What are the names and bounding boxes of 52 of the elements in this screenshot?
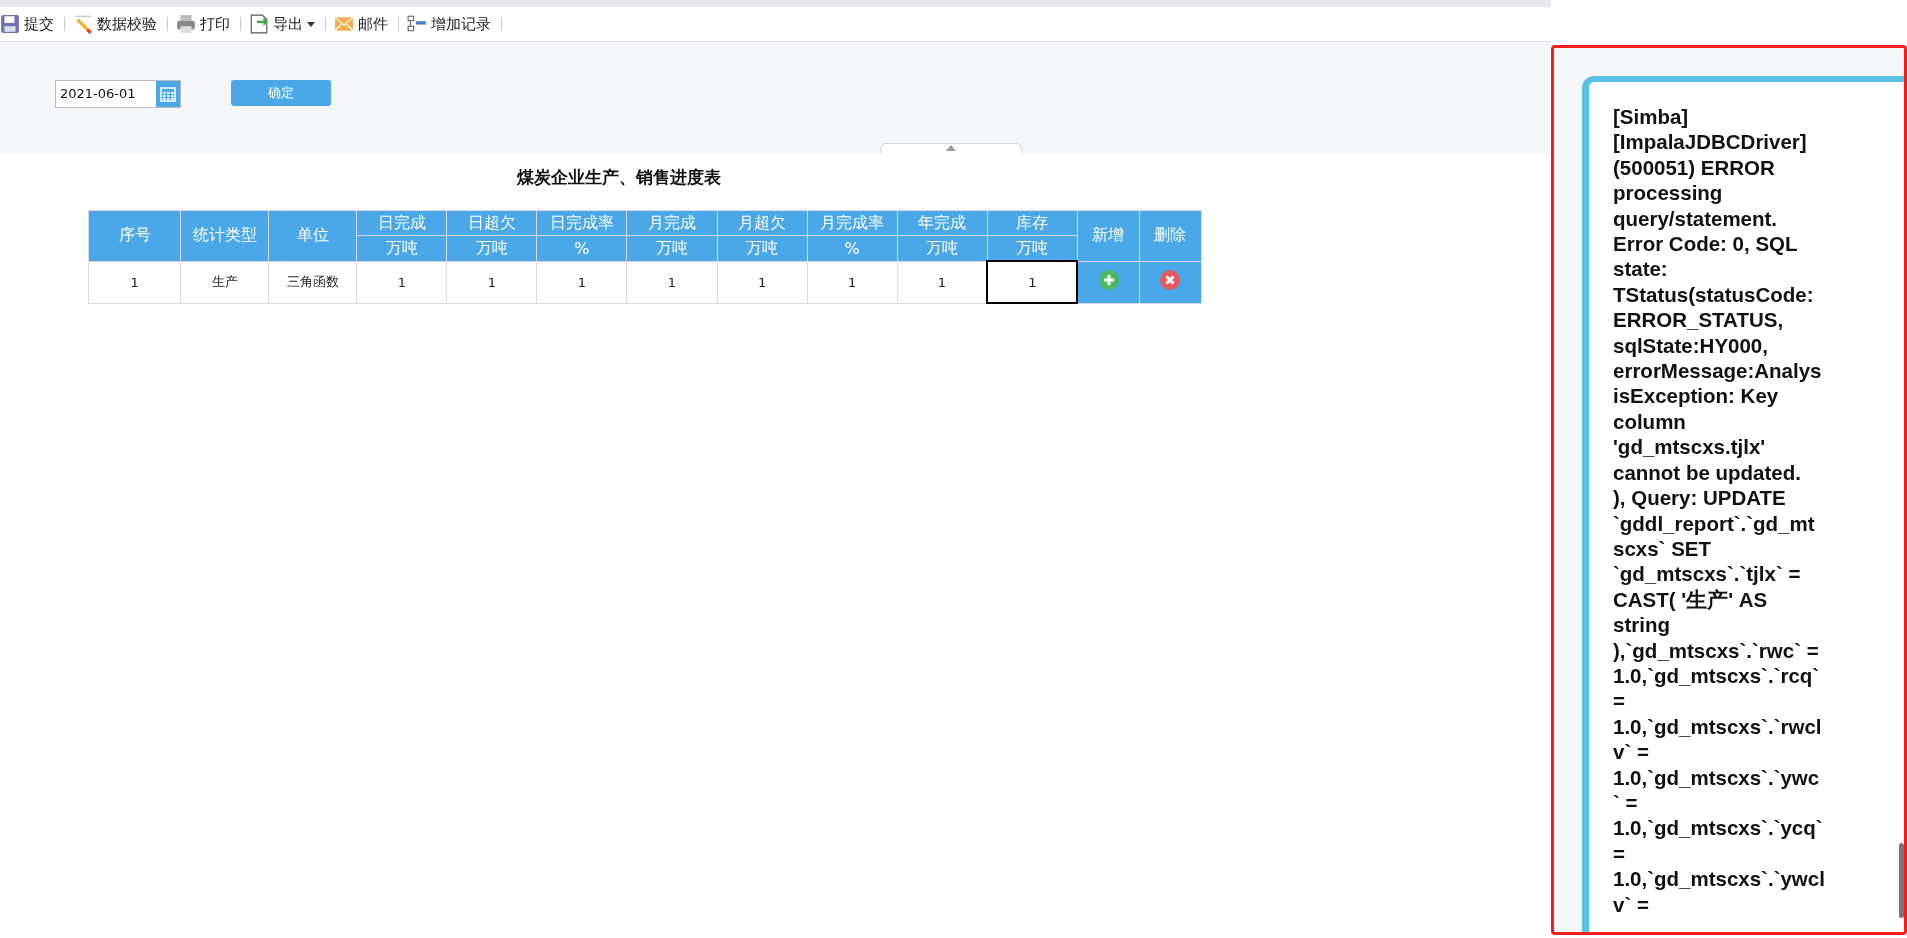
toolbar-button[interactable]: 邮件: [334, 14, 392, 34]
export-icon: [249, 14, 269, 34]
column-header: 删除: [1139, 210, 1202, 261]
column-header: 序号: [88, 210, 181, 261]
column-unit: 万吨: [356, 235, 447, 261]
table-cell: 1: [446, 261, 537, 303]
column-header: 日超欠: [446, 210, 537, 236]
column-unit: 万吨: [987, 235, 1078, 261]
toolbar-button[interactable]: 数据校验: [73, 14, 161, 34]
column-header: 月超欠: [717, 210, 808, 236]
column-header: 单位: [268, 210, 357, 261]
table-cell: 1: [807, 261, 898, 303]
toolbar-button[interactable]: 打印: [176, 14, 234, 34]
calendar-icon: [160, 86, 176, 102]
error-message: [Simba] [ImpalaJDBCDriver] (500051) ERROR processing query/statement. Error Code: 0, SQL state: TStatus(statusCode: ERROR_STATUS, sqlState:HY000, errorMessage:Analys isException: Key column 'gd_mtscxs.tjlx' cannot be updated. ), Query: UPDATE `gddl_report`.`gd_mt scxs` SET `gd_mtscxs`.`tjlx` = CAST( '生产' AS string ),`gd_mtscxs`.`rwc` = 1.0,`gd_mtscxs`.`rcq` = 1.0,`gd_mtscxs`.`rwcl v` = 1.0,`gd_mtscxs`.`ywc ` = 1.0,`gd_mtscxs`.`ycq` = 1.0,`gd_mtscxs`.`ywcl v` =: [1613, 104, 1825, 917]
table-cell: 1: [987, 261, 1078, 303]
table-cell: 1: [356, 261, 447, 303]
column-unit: %: [807, 235, 898, 261]
column-unit: 万吨: [717, 235, 808, 261]
toolbar-button[interactable]: 增加记录: [407, 14, 495, 34]
table-cell: 三角函数: [268, 261, 357, 303]
collapse-handle[interactable]: [880, 143, 1022, 153]
column-header: 库存: [987, 210, 1078, 236]
toolbar-button[interactable]: 提交: [0, 14, 58, 34]
table-cell: 1: [626, 261, 718, 303]
column-header: 日完成: [356, 210, 447, 236]
plus-icon: [1098, 270, 1119, 290]
printer-icon: [176, 14, 196, 34]
delete-button[interactable]: [1160, 270, 1181, 290]
table-cell: 1: [88, 261, 181, 303]
column-header: 年完成: [897, 210, 988, 236]
envelope-icon: [334, 14, 354, 34]
table-cell: 1: [717, 261, 808, 303]
table-cell: 1: [536, 261, 627, 303]
column-header: 新增: [1077, 210, 1140, 261]
column-header: 月完成率: [807, 210, 898, 236]
column-header: 统计类型: [180, 210, 269, 261]
report-title: 煤炭企业生产、销售进度表: [517, 166, 722, 189]
column-unit: %: [536, 235, 627, 261]
table-cell: 生产: [180, 261, 269, 303]
add-button[interactable]: [1098, 270, 1119, 290]
column-header: 月完成: [626, 210, 718, 236]
column-unit: 万吨: [897, 235, 988, 261]
calendar-button[interactable]: [156, 81, 180, 107]
add-record-icon: [407, 14, 427, 34]
close-icon: [1160, 270, 1181, 290]
column-unit: 万吨: [626, 235, 718, 261]
toolbar-button[interactable]: 导出: [249, 14, 319, 34]
column-header: 日完成率: [536, 210, 627, 236]
column-unit: 万吨: [446, 235, 537, 261]
date-field[interactable]: 2021-06-01: [55, 80, 181, 108]
pencil-icon: [73, 14, 93, 34]
